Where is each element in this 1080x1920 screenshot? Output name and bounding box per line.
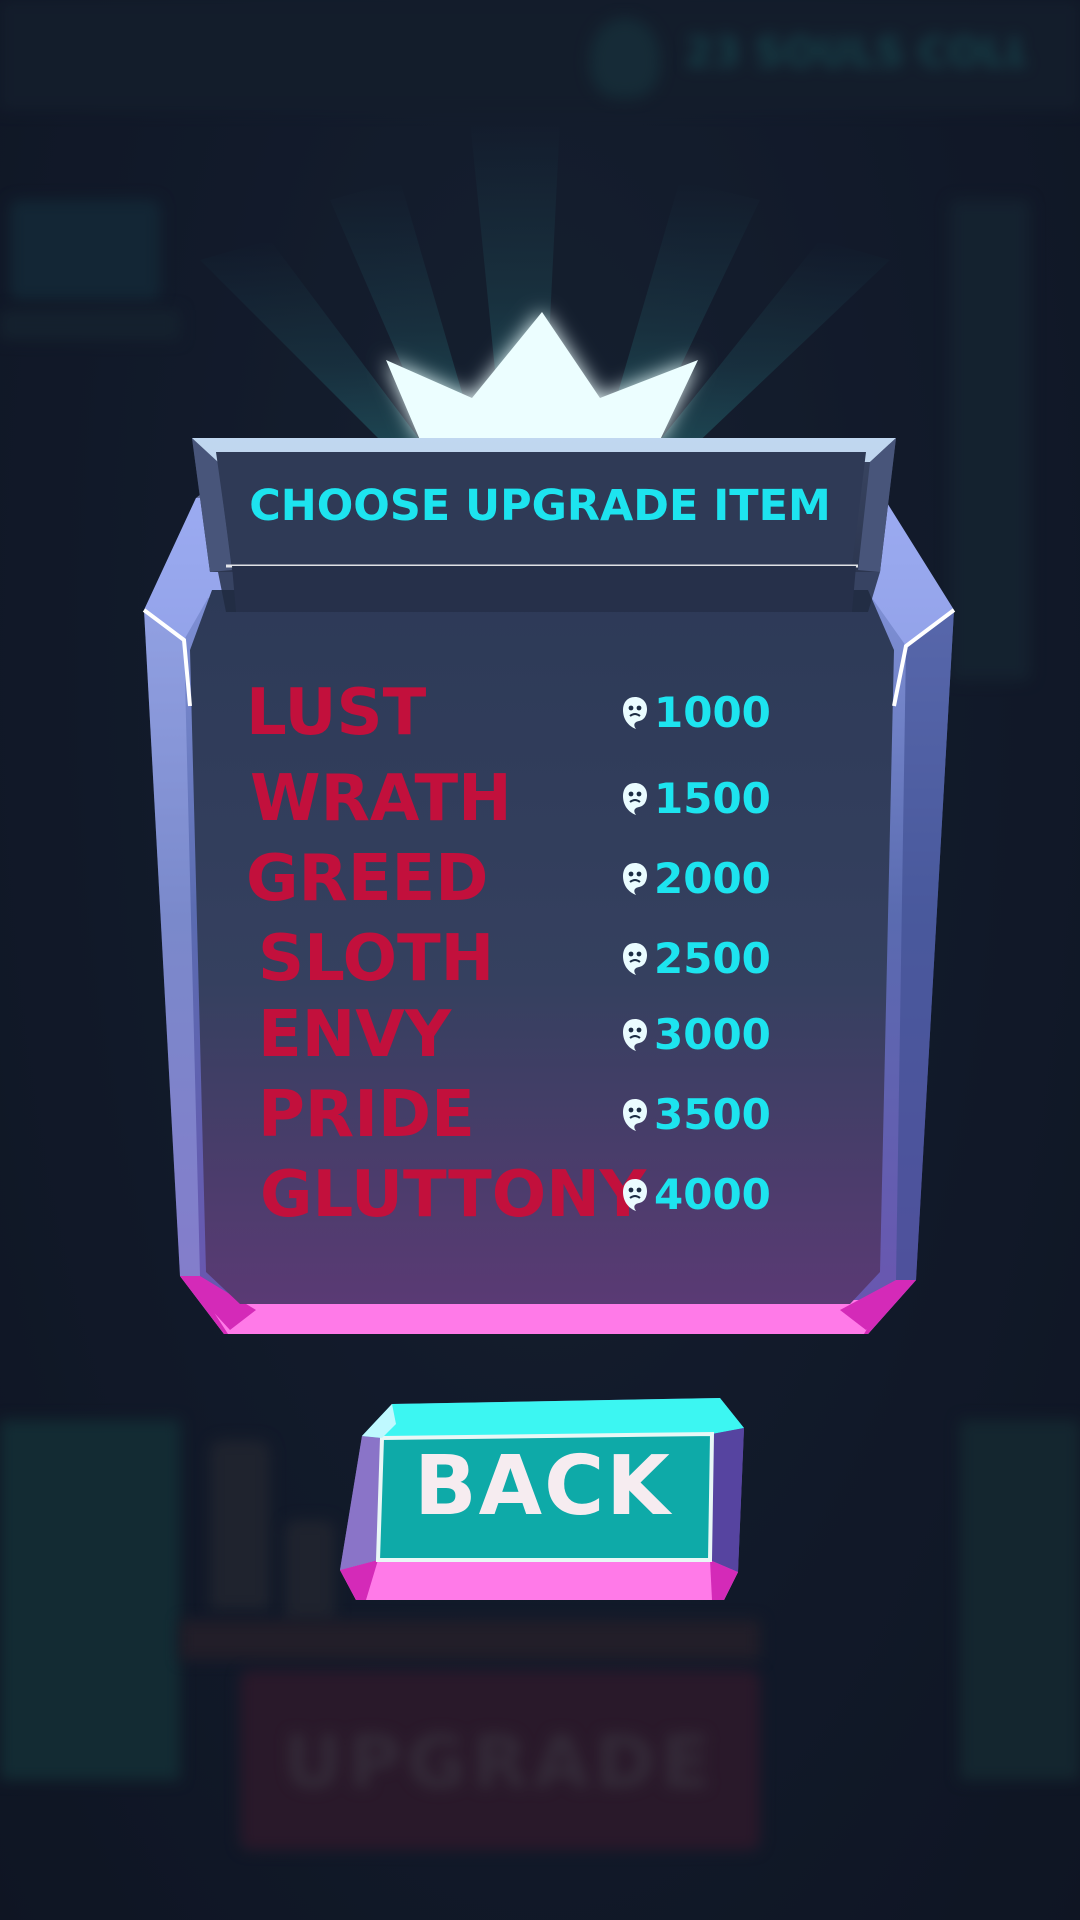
- ghost-icon: [620, 1177, 650, 1213]
- upgrade-item-name: PRIDE: [258, 1078, 475, 1152]
- upgrade-item-lust[interactable]: LUST 1000: [246, 676, 806, 750]
- upgrade-item-name: SLOTH: [258, 922, 495, 996]
- upgrade-item-price: 2000: [620, 842, 771, 916]
- upgrade-item-price: 4000: [620, 1158, 771, 1232]
- upgrade-item-name: GREED: [246, 842, 489, 916]
- upgrade-item-price: 1500: [620, 762, 771, 836]
- ghost-icon: [620, 1097, 650, 1133]
- price-value: 3000: [654, 1010, 771, 1059]
- price-value: 3500: [654, 1090, 771, 1139]
- upgrade-item-price: 1000: [620, 676, 771, 750]
- upgrade-item-wrath[interactable]: WRATH 1500: [246, 762, 806, 836]
- upgrade-item-sloth[interactable]: SLOTH 2500: [246, 922, 806, 996]
- game-screen: 23 SOULS COLLECTED UPGRADE: [0, 0, 1080, 1920]
- upgrade-item-name: WRATH: [250, 762, 512, 836]
- upgrade-item-name: LUST: [246, 676, 427, 750]
- upgrade-item-gluttony[interactable]: GLUTTONY 4000: [246, 1158, 806, 1232]
- ghost-icon: [620, 781, 650, 817]
- ghost-icon: [620, 1017, 650, 1053]
- upgrade-item-name: ENVY: [258, 998, 452, 1072]
- back-button[interactable]: BACK: [336, 1394, 750, 1600]
- price-value: 2000: [654, 854, 771, 903]
- price-value: 1000: [654, 688, 771, 737]
- upgrade-item-price: 2500: [620, 922, 771, 996]
- upgrade-item-greed[interactable]: GREED 2000: [246, 842, 806, 916]
- ghost-icon: [620, 941, 650, 977]
- back-button-label: BACK: [414, 1439, 672, 1534]
- upgrade-item-name: GLUTTONY: [260, 1158, 647, 1232]
- price-value: 2500: [654, 934, 771, 983]
- upgrade-item-price: 3500: [620, 1078, 771, 1152]
- ghost-icon: [620, 695, 650, 731]
- upgrade-item-envy[interactable]: ENVY 3000: [246, 998, 806, 1072]
- price-value: 1500: [654, 774, 771, 823]
- upgrade-item-pride[interactable]: PRIDE 3500: [246, 1078, 806, 1152]
- panel-title: CHOOSE UPGRADE ITEM: [249, 481, 831, 531]
- price-value: 4000: [654, 1170, 771, 1219]
- upgrade-item-price: 3000: [620, 998, 771, 1072]
- ghost-icon: [620, 861, 650, 897]
